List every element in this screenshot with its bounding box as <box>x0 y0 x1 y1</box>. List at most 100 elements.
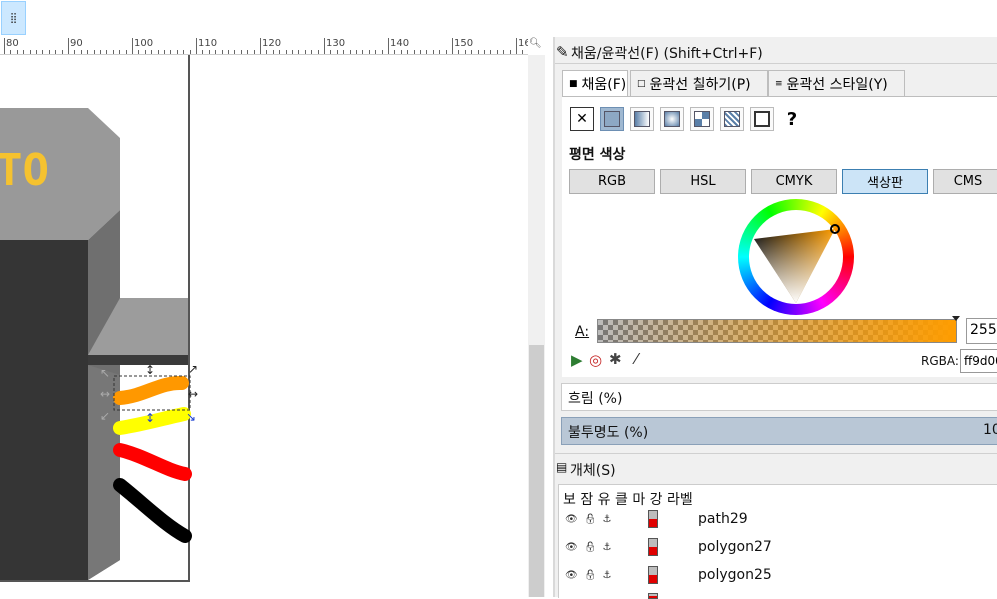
ruler-tick <box>510 50 511 54</box>
ruler-tick <box>74 50 75 54</box>
unset-paint-button[interactable]: ? <box>780 107 804 131</box>
ruler-tick <box>375 50 376 54</box>
ruler-label: 150 <box>454 38 474 49</box>
zoom-icon[interactable]: 🔍︎ <box>529 38 545 52</box>
ruler-tick <box>119 50 120 54</box>
ruler-tick <box>30 50 31 54</box>
snap-icon[interactable]: ⣿ <box>1 1 26 35</box>
ruler-tick <box>446 50 447 54</box>
ruler-tick <box>55 50 56 54</box>
out-of-gamut-icon[interactable]: ◎ <box>589 351 602 369</box>
ruler-tick <box>222 50 223 54</box>
ruler-tick <box>407 50 408 54</box>
mode-wheel-button[interactable]: 색상판 <box>842 169 928 194</box>
wire-orange[interactable] <box>113 375 189 405</box>
handle-skew-bl[interactable]: ↙ <box>100 409 110 423</box>
rgba-label: RGBA: <box>921 354 959 368</box>
no-paint-button[interactable]: ✕ <box>570 107 594 131</box>
tab-fill[interactable]: ■ 채움(F) <box>562 70 628 96</box>
alpha-slider-handle[interactable] <box>952 316 960 346</box>
ruler-tick <box>382 50 383 54</box>
handle-skew-tl[interactable]: ↖ <box>100 366 110 380</box>
pattern-icon <box>724 111 740 127</box>
flat-color-button[interactable] <box>600 107 624 131</box>
linear-gradient-button[interactable] <box>630 107 654 131</box>
ruler-tick <box>100 50 101 54</box>
ruler-tick <box>190 50 191 54</box>
box-front <box>0 240 88 580</box>
paint-brush-icon: ✎ <box>556 43 569 61</box>
wire-red[interactable] <box>113 443 192 481</box>
opacity-value: 10 <box>983 422 997 438</box>
ruler-tick <box>490 50 491 54</box>
ruler-tick <box>196 38 197 54</box>
tab-stroke-style-icon: ≡ <box>775 78 783 89</box>
scrollbar-thumb[interactable] <box>529 345 544 597</box>
ruler-tick <box>471 50 472 54</box>
opacity-slider[interactable]: 불투명도 (%) 10 <box>561 417 997 445</box>
too-much-ink-icon[interactable]: ✱ <box>609 350 622 368</box>
ruler-tick <box>503 50 504 54</box>
mode-rgb-button[interactable]: RGB <box>569 169 655 194</box>
ruler-tick <box>369 50 370 54</box>
swatch-button[interactable] <box>750 107 774 131</box>
ruler-label: 100 <box>134 38 154 49</box>
handle-rotate-tr[interactable]: ↗ <box>188 362 198 376</box>
ruler-tick <box>414 50 415 54</box>
ruler-tick <box>170 50 171 54</box>
handle-rotate-br[interactable]: ↘ <box>186 410 196 424</box>
objects-title: 개체(S) <box>570 463 616 479</box>
ruler-tick <box>234 50 235 54</box>
ruler-tick <box>87 50 88 54</box>
blur-slider[interactable]: 흐림 (%) <box>561 383 997 411</box>
wire-black[interactable] <box>113 478 192 543</box>
tab-stroke-style[interactable]: ≡ 윤곽선 스타일(Y) <box>768 70 905 96</box>
pattern-button[interactable] <box>720 107 744 131</box>
list-item[interactable]: path29 <box>698 511 748 527</box>
mode-cms-button[interactable]: CMS <box>933 169 997 194</box>
eyedropper-icon[interactable]: ⁄ <box>635 350 638 368</box>
ruler-tick <box>516 38 517 54</box>
tab-stroke-paint[interactable]: □ 윤곽선 칠하기(P) <box>630 70 768 96</box>
handle-scale-left[interactable]: ↔ <box>100 387 110 401</box>
toolbar: ⣿ <box>0 0 553 37</box>
visibility-icon[interactable]: 👁︎🔓︎⚓︎ <box>565 514 617 525</box>
ruler-tick <box>36 50 37 54</box>
alpha-slider[interactable] <box>597 319 957 343</box>
handle-scale-bottom[interactable]: ↕ <box>145 411 155 425</box>
visibility-icon[interactable]: 👁︎🔓︎⚓︎ <box>565 542 617 553</box>
visibility-icon[interactable]: 👁︎🔓︎⚓︎ <box>565 570 617 581</box>
rgba-input[interactable]: ff9d00 <box>960 349 997 373</box>
alpha-value-input[interactable]: 255 <box>966 318 997 344</box>
ruler-tick <box>478 50 479 54</box>
ruler-tick <box>241 50 242 54</box>
alpha-value: 255 <box>970 322 997 338</box>
list-item[interactable]: polygon27 <box>698 539 772 555</box>
ruler-tick <box>81 50 82 54</box>
mode-cmyk-button[interactable]: CMYK <box>751 169 837 194</box>
drawing-canvas[interactable]: TO ↕ ↗ ↖ ↔ ↔ ↙ ↕ ↘ <box>0 55 528 597</box>
flat-color-icon <box>604 111 620 127</box>
ruler-tick <box>458 50 459 54</box>
ruler-tick <box>158 50 159 54</box>
ruler-tick <box>151 50 152 54</box>
handle-scale-right[interactable]: ↔ <box>188 387 198 401</box>
ruler-tick <box>292 50 293 54</box>
color-managed-icon[interactable]: ▶ <box>571 351 583 369</box>
handle-scale-top[interactable]: ↕ <box>145 363 155 377</box>
ruler-tick <box>49 50 50 54</box>
mode-hsl-button[interactable]: HSL <box>660 169 746 194</box>
swatch-icon <box>754 111 770 127</box>
radial-gradient-button[interactable] <box>660 107 684 131</box>
color-triangle[interactable] <box>738 199 854 315</box>
mesh-gradient-button[interactable] <box>690 107 714 131</box>
ruler-label: 80 <box>6 38 19 49</box>
mode-cms-label: CMS <box>953 174 983 189</box>
ruler-tick <box>497 50 498 54</box>
ruler-tick <box>311 50 312 54</box>
tab-stroke-paint-label: 윤곽선 칠하기(P) <box>649 76 751 93</box>
opacity-label: 불투명도 (%) <box>568 425 649 441</box>
list-item[interactable]: polygon25 <box>698 567 772 583</box>
mesh-gradient-icon <box>694 111 710 127</box>
ruler-tick <box>337 50 338 54</box>
